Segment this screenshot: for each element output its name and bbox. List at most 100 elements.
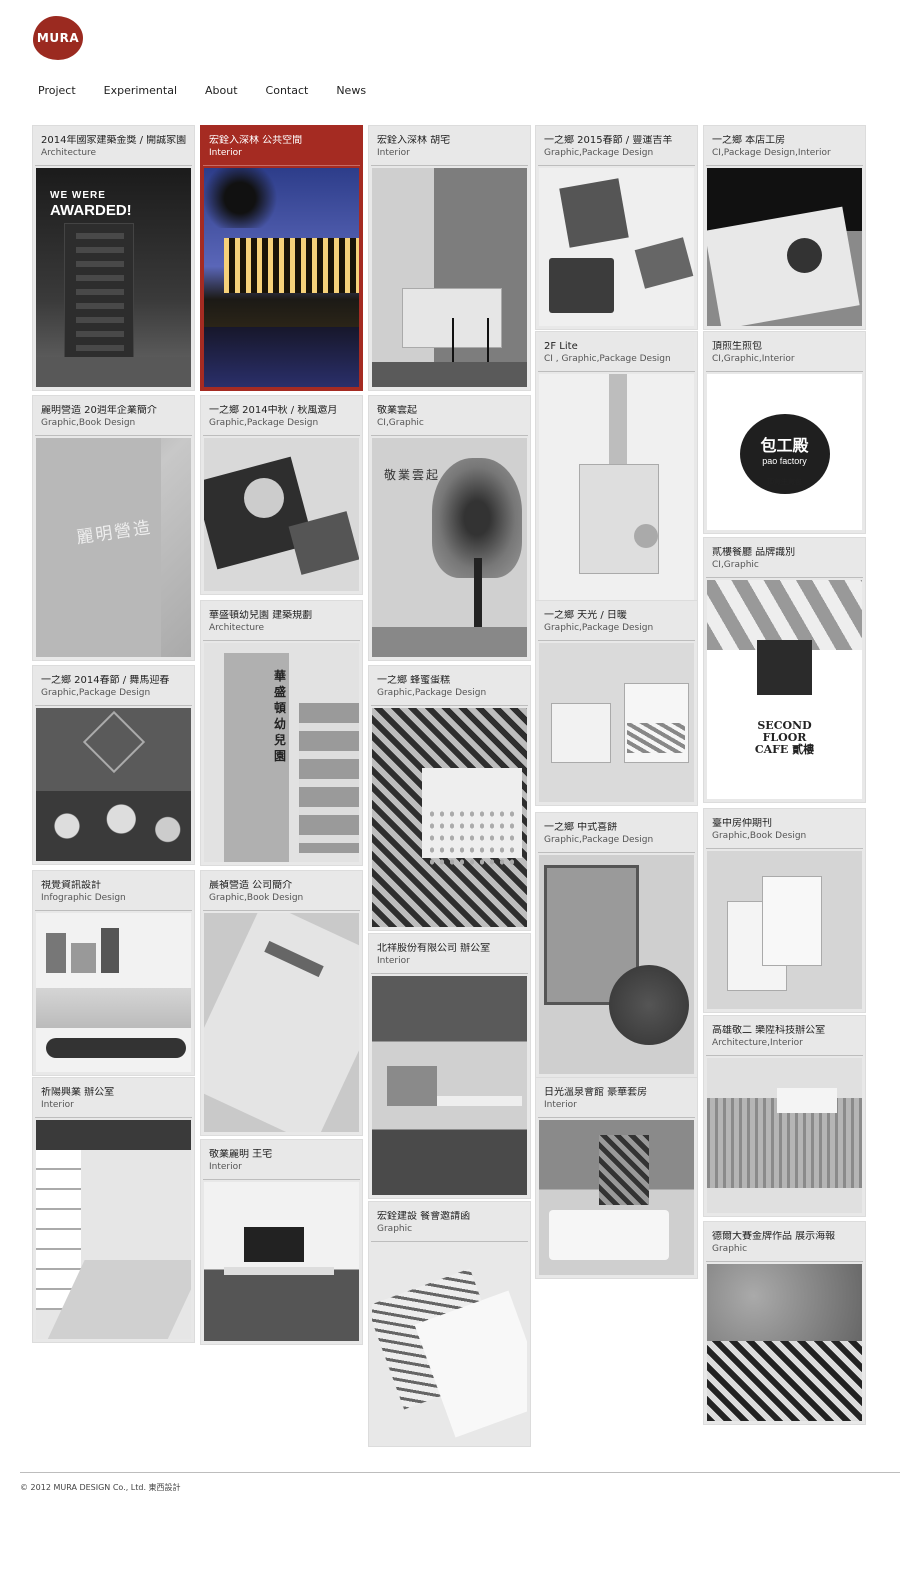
project-card[interactable]: 高雄敬二 樂陞科技辦公室 Architecture,Interior	[703, 1015, 866, 1217]
card-thumbnail[interactable]	[707, 851, 862, 1009]
card-thumbnail[interactable]	[539, 643, 694, 802]
card-thumbnail[interactable]	[372, 708, 527, 927]
card-thumbnail[interactable]: SECOND FLOOR CAFE 貳樓	[707, 580, 862, 799]
nav-about[interactable]: About	[205, 84, 238, 97]
card-header: 晨禎營造 公司簡介 Graphic,Book Design	[203, 871, 360, 911]
card-title: 日光溫泉會館 豪華套房	[544, 1087, 648, 1098]
card-header: 2F Lite CI , Graphic,Package Design	[538, 332, 695, 372]
project-card[interactable]: 敬業雲起 CI,Graphic 敬業雲起	[368, 395, 531, 661]
project-card[interactable]: 祈陽興業 辦公室 Interior	[32, 1077, 195, 1343]
card-thumbnail[interactable]	[539, 1120, 694, 1275]
card-thumbnail[interactable]	[539, 855, 694, 1074]
card-thumbnail[interactable]	[707, 168, 862, 326]
card-category: Graphic,Book Design	[209, 893, 304, 903]
card-category: Graphic,Package Design	[544, 148, 654, 158]
card-thumbnail[interactable]	[204, 1182, 359, 1341]
project-card[interactable]: 宏銓入深林 胡宅 Interior	[368, 125, 531, 391]
card-category: Graphic	[377, 1224, 413, 1234]
project-card[interactable]: 一之鄉 2014中秋 / 秋風邀月 Graphic,Package Design	[200, 395, 363, 595]
school-sign: 華盛頓幼兒園	[274, 669, 287, 763]
project-card[interactable]: 一之鄉 本店工房 CI,Package Design,Interior	[703, 125, 866, 330]
card-thumbnail[interactable]: 敬業雲起	[372, 438, 527, 657]
card-category: Infographic Design	[41, 893, 126, 903]
card-title: 祈陽興業 辦公室	[41, 1087, 115, 1098]
nav-contact[interactable]: Contact	[266, 84, 309, 97]
card-thumbnail[interactable]	[36, 1120, 191, 1339]
card-title: 德爾大賽金牌作品 展示海報	[712, 1231, 836, 1242]
nav-project[interactable]: Project	[38, 84, 76, 97]
card-header: 宏銓入深林 胡宅 Interior	[371, 126, 528, 166]
card-category: Graphic,Book Design	[712, 831, 807, 841]
card-thumbnail[interactable]: 麗明營造	[36, 438, 191, 657]
card-thumbnail[interactable]	[36, 708, 191, 861]
card-title: 一之鄉 中式喜餅	[544, 822, 618, 833]
card-category: Graphic,Package Design	[209, 418, 319, 428]
pao-logo-english: pao factory	[762, 456, 807, 466]
project-card[interactable]: 華盛頓幼兒園 建築規劃 Architecture 華盛頓幼兒園	[200, 600, 363, 866]
project-card[interactable]: 2014年國家建築金獎 / 開誠家園 Architecture WE WERE A…	[32, 125, 195, 391]
project-card[interactable]: 德爾大賽金牌作品 展示海報 Graphic	[703, 1221, 866, 1425]
card-title: 一之鄉 天光 / 日暖	[544, 610, 627, 621]
card-thumbnail[interactable]	[372, 168, 527, 387]
logo-text: MURA	[36, 31, 80, 45]
project-card[interactable]: 敬業麗明 王宅 Interior	[200, 1139, 363, 1345]
card-category: CI,Graphic	[377, 418, 424, 428]
card-header: 華盛頓幼兒園 建築規劃 Architecture	[203, 601, 360, 641]
project-card[interactable]: 一之鄉 2015春節 / 豐運吉羊 Graphic,Package Design	[535, 125, 698, 330]
project-card[interactable]: 日光溫泉會館 豪華套房 Interior	[535, 1077, 698, 1279]
card-thumbnail[interactable]	[539, 168, 694, 326]
card-thumbnail[interactable]	[372, 976, 527, 1195]
project-card[interactable]: 一之鄉 中式喜餅 Graphic,Package Design	[535, 812, 698, 1078]
card-thumbnail[interactable]	[204, 168, 359, 387]
project-card[interactable]: 北祥股份有限公司 辦公室 Interior	[368, 933, 531, 1199]
pao-logo-sub: 頂煎生煎包	[767, 479, 802, 486]
card-title: 一之鄉 2015春節 / 豐運吉羊	[544, 135, 673, 146]
project-card[interactable]: 貳樓餐廳 品牌識別 CI,Graphic SECOND FLOOR CAFE 貳樓	[703, 537, 866, 803]
awarded-line2: AWARDED!	[50, 202, 132, 219]
card-title: 宏銓入深林 公共空間	[209, 135, 303, 146]
card-header: 臺中房仲期刊 Graphic,Book Design	[706, 809, 863, 849]
card-title: 晨禎營造 公司簡介	[209, 880, 293, 891]
card-header: 貳樓餐廳 品牌識別 CI,Graphic	[706, 538, 863, 578]
card-header: 日光溫泉會館 豪華套房 Interior	[538, 1078, 695, 1118]
card-title: 高雄敬二 樂陞科技辦公室	[712, 1025, 826, 1036]
card-title: 宏銓建設 餐會邀請函	[377, 1211, 471, 1222]
project-card[interactable]: 臺中房仲期刊 Graphic,Book Design	[703, 808, 866, 1013]
card-category: CI,Package Design,Interior	[712, 148, 831, 158]
project-card[interactable]: 一之鄉 2014春節 / 舞馬迎春 Graphic,Package Design	[32, 665, 195, 865]
card-thumbnail[interactable]: WE WERE AWARDED!	[36, 168, 191, 387]
card-header: 一之鄉 2014春節 / 舞馬迎春 Graphic,Package Design	[35, 666, 192, 706]
card-header: 視覺資訊設計 Infographic Design	[35, 871, 192, 911]
card-thumbnail[interactable]	[707, 1264, 862, 1421]
project-card[interactable]: 麗明營造 20週年企業簡介 Graphic,Book Design 麗明營造	[32, 395, 195, 661]
nav-experimental[interactable]: Experimental	[104, 84, 177, 97]
card-thumbnail[interactable]	[36, 913, 191, 1072]
project-card[interactable]: 宏銓建設 餐會邀請函 Graphic	[368, 1201, 531, 1447]
card-category: Architecture	[41, 148, 97, 158]
card-header: 敬業雲起 CI,Graphic	[371, 396, 528, 436]
card-title: 視覺資訊設計	[41, 880, 101, 891]
brand-logo[interactable]: MURA	[33, 16, 83, 60]
card-category: Graphic,Book Design	[41, 418, 136, 428]
card-title: 北祥股份有限公司 辦公室	[377, 943, 491, 954]
card-thumbnail[interactable]: 包工殿 pao factory 頂煎生煎包	[707, 374, 862, 530]
card-category: Graphic,Package Design	[41, 688, 151, 698]
project-card[interactable]: 晨禎營造 公司簡介 Graphic,Book Design	[200, 870, 363, 1136]
tree-caption: 敬業雲起	[384, 468, 441, 482]
project-card[interactable]: 宏銓入深林 公共空間 Interior	[200, 125, 363, 391]
awarded-line1: WE WERE	[50, 190, 106, 201]
project-card[interactable]: 一之鄉 蜂蜜蛋糕 Graphic,Package Design	[368, 665, 531, 931]
project-card[interactable]: 視覺資訊設計 Infographic Design	[32, 870, 195, 1076]
card-category: Graphic	[712, 1244, 748, 1254]
project-card[interactable]: 一之鄉 天光 / 日暖 Graphic,Package Design	[535, 600, 698, 806]
card-thumbnail[interactable]	[372, 1244, 527, 1443]
card-title: 一之鄉 2014春節 / 舞馬迎春	[41, 675, 170, 686]
card-thumbnail[interactable]	[707, 1058, 862, 1213]
card-thumbnail[interactable]	[204, 913, 359, 1132]
nav-news[interactable]: News	[336, 84, 366, 97]
card-thumbnail[interactable]: 華盛頓幼兒園	[204, 643, 359, 862]
project-card[interactable]: 頂煎生煎包 CI,Graphic,Interior 包工殿 pao factory…	[703, 331, 866, 534]
card-category: Interior	[209, 1162, 242, 1172]
secondfloor-logo-text: SECOND FLOOR CAFE 貳樓	[754, 719, 815, 756]
card-thumbnail[interactable]	[204, 438, 359, 591]
